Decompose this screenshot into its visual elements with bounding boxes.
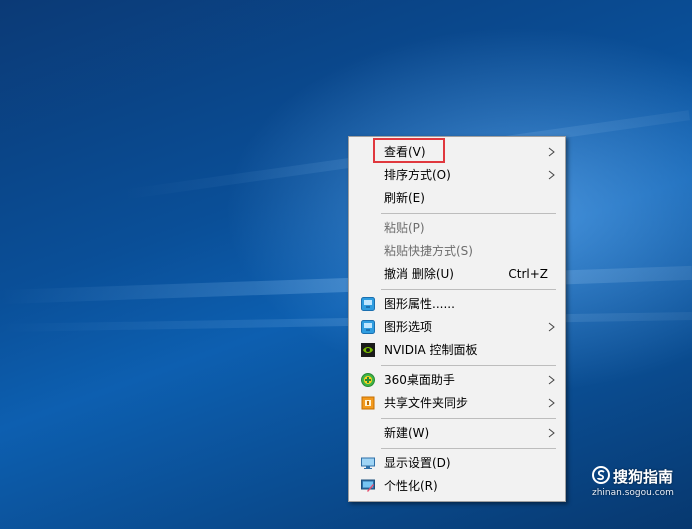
menu-item-refresh[interactable]: 刷新(E) (351, 187, 563, 210)
menu-item-label: 个性化(R) (384, 479, 438, 493)
nvidia-icon (361, 343, 375, 357)
menu-item-personalize[interactable]: 个性化(R) (351, 475, 563, 498)
menu-separator (381, 365, 556, 366)
menu-item-undo-delete[interactable]: 撤消 删除(U) Ctrl+Z (351, 263, 563, 286)
intel-graphics-icon (361, 320, 375, 334)
menu-item-graphics-options[interactable]: 图形选项 (351, 316, 563, 339)
menu-item-label: NVIDIA 控制面板 (384, 343, 478, 357)
menu-item-display-settings[interactable]: 显示设置(D) (351, 452, 563, 475)
sogou-logo-icon (592, 466, 610, 484)
menu-item-new[interactable]: 新建(W) (351, 422, 563, 445)
menu-item-graphics-properties[interactable]: 图形属性...... (351, 293, 563, 316)
menu-item-label: 刷新(E) (384, 191, 425, 205)
menu-item-label: 新建(W) (384, 426, 430, 440)
360-icon (361, 373, 375, 387)
chevron-right-icon (548, 428, 555, 438)
chevron-right-icon (548, 398, 555, 408)
menu-separator (381, 418, 556, 419)
desktop-light-beam (0, 311, 692, 333)
chevron-right-icon (548, 322, 555, 332)
menu-item-label: 显示设置(D) (384, 456, 451, 470)
menu-item-label: 撤消 删除(U) (384, 267, 454, 281)
menu-item-paste: 粘贴(P) (351, 217, 563, 240)
menu-item-label: 360桌面助手 (384, 373, 455, 387)
display-settings-icon (361, 457, 375, 469)
menu-separator (381, 448, 556, 449)
menu-item-label: 图形选项 (384, 320, 433, 334)
menu-item-label: 共享文件夹同步 (384, 396, 469, 410)
menu-item-nvidia-control-panel[interactable]: NVIDIA 控制面板 (351, 339, 563, 362)
annotation-highlight-box (373, 138, 445, 163)
folder-sync-icon (361, 396, 375, 410)
desktop-light-beam (0, 265, 692, 305)
menu-item-label: 排序方式(O) (384, 168, 451, 182)
chevron-right-icon (548, 170, 555, 180)
menu-item-label: 图形属性...... (384, 297, 455, 311)
desktop-context-menu: 查看(V) 排序方式(O) 刷新(E) 粘贴(P) 粘贴快捷方式(S) 撤消 删… (348, 136, 566, 502)
watermark-domain: zhinan.sogou.com (592, 488, 674, 498)
chevron-right-icon (548, 375, 555, 385)
menu-separator (381, 213, 556, 214)
menu-item-sort-by[interactable]: 排序方式(O) (351, 164, 563, 187)
menu-separator (381, 289, 556, 290)
intel-graphics-icon (361, 297, 375, 311)
menu-item-shared-folder-sync[interactable]: 共享文件夹同步 (351, 392, 563, 415)
desktop-background[interactable] (0, 0, 692, 529)
menu-item-shortcut: Ctrl+Z (508, 267, 548, 281)
personalize-icon (361, 479, 375, 492)
menu-item-paste-shortcut: 粘贴快捷方式(S) (351, 240, 563, 263)
menu-item-360-desktop-assistant[interactable]: 360桌面助手 (351, 369, 563, 392)
chevron-right-icon (548, 147, 555, 157)
watermark-name: 搜狗指南 (613, 468, 674, 486)
menu-item-label: 粘贴(P) (384, 221, 425, 235)
menu-item-label: 粘贴快捷方式(S) (384, 244, 473, 258)
